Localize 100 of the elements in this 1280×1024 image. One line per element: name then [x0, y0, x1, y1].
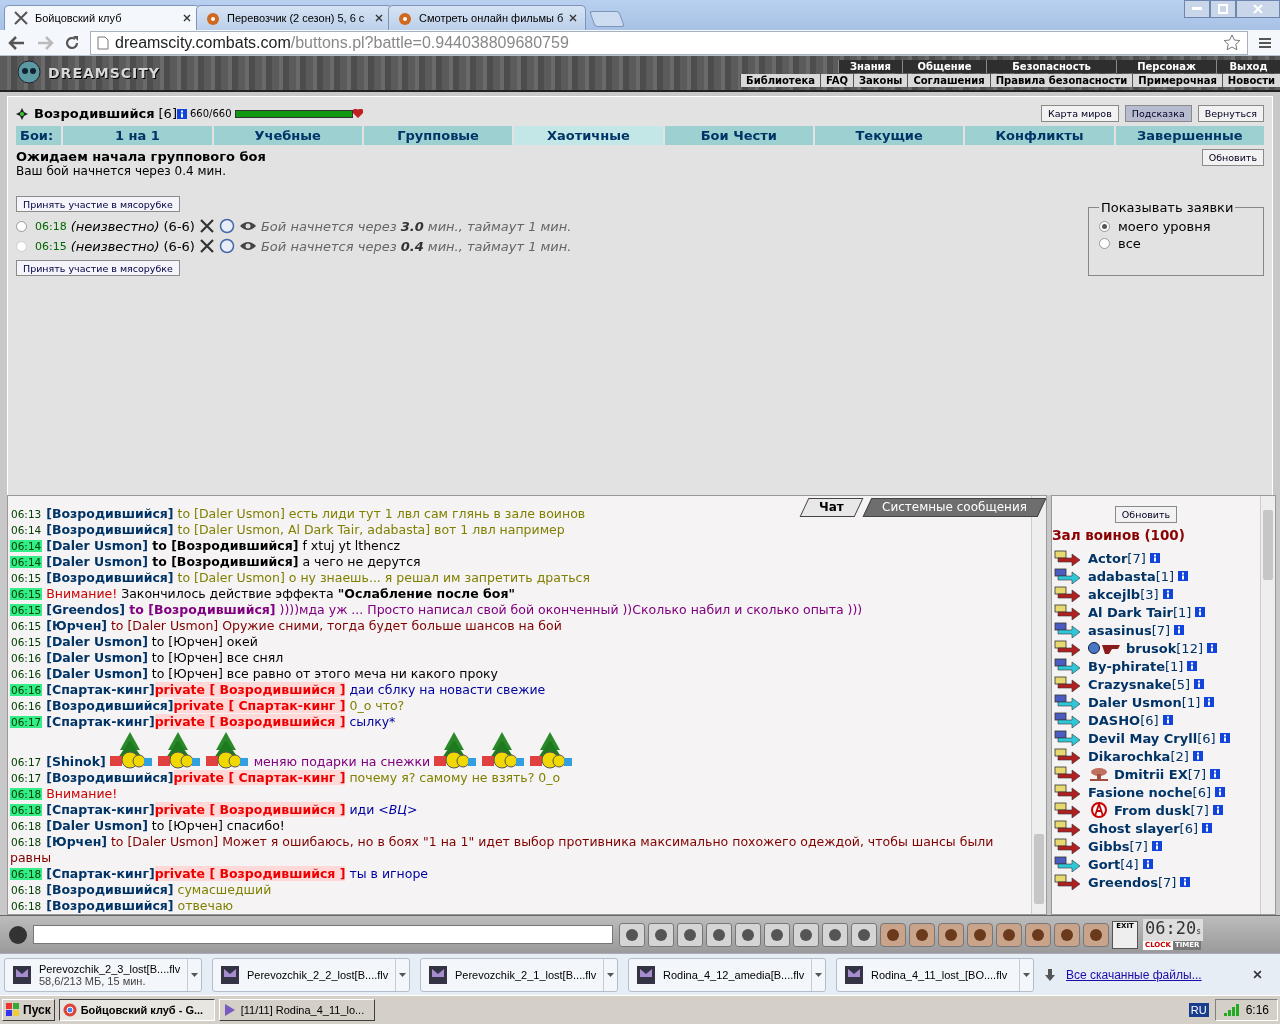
header-menu-item[interactable]: Общение — [902, 59, 986, 73]
player-link[interactable]: adabasta — [1088, 568, 1156, 584]
battle-type-tab[interactable]: Конфликты — [963, 126, 1114, 145]
battle-type-tab[interactable]: Бои Чести — [662, 126, 813, 145]
player-name[interactable]: Возродившийся — [34, 106, 155, 121]
chat-sender[interactable]: [Возродившийся] — [46, 506, 174, 521]
chat-sender[interactable]: [Daler Usmon] — [46, 634, 148, 649]
chat-sender[interactable]: [Daler Usmon] — [46, 666, 148, 681]
header-link[interactable]: Новости — [1221, 73, 1280, 87]
chat-tab[interactable]: Системные сообщения — [862, 498, 1046, 517]
info-icon — [1162, 715, 1173, 725]
chat-sender[interactable]: [Daler Usmon] — [46, 818, 148, 833]
chat-sender[interactable]: [Возродившийся] — [46, 522, 174, 537]
chat-sender[interactable]: [Daler Usmon] — [46, 554, 148, 569]
join-button[interactable]: Принять участие в мясорубке — [16, 196, 180, 212]
chat-sender[interactable]: [Юрчен] — [46, 618, 107, 633]
filter-radio[interactable] — [1099, 238, 1110, 249]
chat-sender[interactable]: [Возродившийся] — [46, 770, 174, 785]
scrollbar[interactable] — [1031, 496, 1046, 914]
header-link[interactable]: Примерочная — [1132, 73, 1222, 87]
player-link[interactable]: Devil May Cryll — [1088, 730, 1198, 746]
player-link[interactable]: From dusk — [1114, 802, 1191, 818]
player-link[interactable]: Al Dark Tair — [1088, 604, 1174, 620]
player-link[interactable]: brusok — [1126, 640, 1177, 656]
header-link[interactable]: Законы — [852, 73, 908, 87]
download-item[interactable]: Rodina_4_12_amedia[B....flv — [628, 957, 826, 992]
header-link[interactable]: Правила безопасности — [989, 73, 1133, 87]
header-menu-item[interactable]: Безопасность — [986, 59, 1116, 73]
logo-text: DREAMSCITY — [48, 65, 160, 81]
nav-button[interactable]: Подсказка — [1124, 105, 1192, 122]
close-button[interactable] — [1236, 0, 1280, 18]
header-menu-item[interactable]: Персонаж — [1116, 59, 1216, 73]
bid-team: (неизвестно) — [70, 218, 160, 234]
player-link[interactable]: asasinus — [1088, 622, 1152, 638]
chat-message: 06:15 [Возродившийся] to [Daler Usmon] о ну знаешь... я решал им запретить драться — [10, 570, 591, 586]
chat-sender[interactable]: [Возродившийся] — [46, 882, 174, 897]
maximize-button[interactable] — [1210, 0, 1236, 18]
nav-button[interactable]: Карта миров — [1041, 105, 1119, 122]
language-indicator[interactable]: RU — [1188, 1003, 1209, 1017]
battle-type-tab[interactable]: 1 на 1 — [61, 126, 212, 145]
start-button[interactable]: Пуск — [2, 999, 55, 1021]
filter-option-label[interactable]: моего уровня — [1118, 219, 1211, 234]
bid-radio[interactable] — [16, 220, 27, 232]
filter-radio[interactable] — [1099, 221, 1110, 232]
player-link[interactable]: Greendos — [1088, 874, 1158, 890]
player-link[interactable]: Gibbs — [1088, 838, 1130, 854]
player-link[interactable]: Gort — [1088, 856, 1121, 872]
header-menu-item[interactable]: Выход — [1216, 59, 1280, 73]
scrollbar[interactable] — [1260, 496, 1275, 914]
battle-type-tab[interactable]: Завершенные — [1113, 126, 1265, 145]
player-link[interactable]: DASHO — [1088, 712, 1141, 728]
chat-input[interactable] — [33, 925, 613, 944]
download-item[interactable]: Rodina_4_11_lost_[BO....flv — [836, 957, 1034, 992]
battle-type-tab[interactable]: Учебные — [211, 126, 362, 145]
taskbar-button[interactable]: Бойцовский клуб - G... — [58, 999, 215, 1021]
header-link[interactable]: FAQ — [820, 73, 853, 87]
info-icon — [1212, 805, 1223, 815]
minimize-icon — [1192, 7, 1202, 11]
player-link[interactable]: Dmitrii EX — [1114, 766, 1188, 782]
all-downloads-link[interactable]: Все скачанные файлы... — [1066, 967, 1202, 982]
download-item[interactable]: Perevozchik_2_2_lost[B....flv — [212, 957, 410, 992]
player-link[interactable]: Daler Usmon — [1088, 694, 1182, 710]
download-item[interactable]: Perevozchik_2_1_lost[B....flv — [420, 957, 618, 992]
maximize-icon — [1218, 4, 1228, 14]
player-link[interactable]: Actor — [1088, 550, 1128, 566]
browser-tab[interactable]: Смотреть онлайн фильмы б — [388, 5, 587, 30]
chat-sender[interactable]: [Daler Usmon] — [46, 538, 148, 553]
minimize-button[interactable] — [1184, 0, 1210, 18]
battle-type-tab[interactable]: Текущие — [812, 126, 964, 145]
battle-type-tab[interactable]: Хаотичные — [512, 126, 663, 145]
header-link[interactable]: Соглашения — [907, 73, 990, 87]
refresh-button[interactable]: Обновить — [1114, 506, 1178, 523]
player-level: [6] — [158, 106, 177, 121]
player-link[interactable]: akcejlb — [1088, 586, 1141, 602]
taskbar-button[interactable]: [11/11] Rodina_4_11_lo... — [218, 999, 375, 1021]
address-field[interactable]: dreamscity.combats.com/buttons.pl?battle=0.944038809680759 — [90, 30, 1248, 55]
chat-sender[interactable]: [Возродившийся] — [46, 570, 174, 585]
chat-sender[interactable]: [Shinok] — [46, 754, 106, 769]
refresh-button[interactable]: Обновить — [1201, 149, 1264, 166]
download-item[interactable]: Perevozchik_2_3_lost[B....flv 58,6/213 МБ, 15 мин. — [4, 957, 202, 992]
chat-sender[interactable]: [Юрчен] — [46, 834, 107, 849]
filter-option-label[interactable]: все — [1118, 236, 1141, 251]
player-link[interactable]: Ghost slayer — [1088, 820, 1180, 836]
chat-sender[interactable]: [Спартак-кинг] — [46, 714, 155, 729]
header-menu-item[interactable]: Знания — [838, 59, 902, 73]
chat-sender[interactable]: [Спартак-кинг] — [46, 802, 155, 817]
header-link[interactable]: Библиотека — [740, 73, 820, 87]
join-button[interactable]: Принять участие в мясорубке — [16, 260, 180, 276]
chat-sender[interactable]: [Возродившийся] — [46, 698, 174, 713]
player-link[interactable]: Crazysnake — [1088, 676, 1172, 692]
chat-sender[interactable]: [Спартак-кинг] — [46, 866, 155, 881]
player-link[interactable]: Fasione noche — [1088, 784, 1193, 800]
chat-tab[interactable]: Чат — [799, 498, 864, 517]
chat-sender[interactable]: [Спартак-кинг] — [46, 682, 155, 697]
player-link[interactable]: Dikarochka — [1088, 748, 1171, 764]
player-link[interactable]: By-phirate — [1088, 658, 1165, 674]
chat-sender[interactable]: [Greendos] — [46, 602, 125, 617]
chat-sender[interactable]: [Возродившийся] — [46, 898, 174, 913]
chat-sender[interactable]: [Daler Usmon] — [46, 650, 148, 665]
nav-button[interactable]: Вернуться — [1197, 105, 1264, 122]
